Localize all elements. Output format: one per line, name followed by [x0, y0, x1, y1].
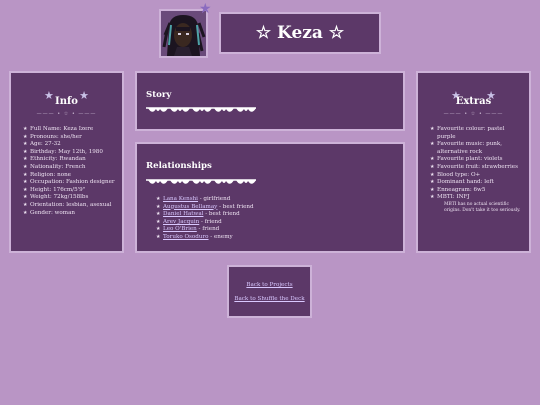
- info-item: Occupation: Fashion designer: [23, 179, 116, 187]
- info-panel: ★ Info ★ ——— • ☆ • ——— Full Name: Keza I…: [9, 71, 124, 253]
- relationship-role: - best friend: [217, 203, 254, 210]
- extras-item: Enneagram: 6w5: [430, 187, 523, 195]
- info-header: ★ Info ★: [11, 73, 122, 111]
- extras-title: Extras: [455, 96, 492, 107]
- extras-item: Favourite music: punk, alternative rock: [430, 141, 523, 156]
- info-item: Birthday: May 12th, 1980: [23, 149, 116, 157]
- extras-item: Dominant hand: left: [430, 179, 523, 187]
- info-item: Full Name: Keza Izere: [23, 126, 116, 134]
- extras-item: Blood type: O+: [430, 172, 523, 180]
- extras-item: Favourite colour: pastel purple: [430, 126, 523, 141]
- relationship-link[interactable]: Augustus Bellamay: [163, 204, 217, 210]
- star-icon: ★: [199, 1, 212, 17]
- story-panel: Story: [135, 71, 405, 131]
- relationship-role: - best friend: [203, 211, 240, 218]
- relationship-link[interactable]: Arev Jacquin: [163, 219, 199, 225]
- relationship-role: - girlfriend: [197, 196, 231, 202]
- bat-divider-icon: [146, 179, 256, 184]
- relationship-item: Toruko Osoduro - enemy: [156, 233, 254, 242]
- extras-list: Favourite colour: pastel purple Favourit…: [418, 126, 529, 214]
- info-item: Gender: woman: [23, 210, 116, 218]
- relationship-role: - friend: [196, 226, 220, 233]
- relationship-role: - friend: [199, 218, 222, 225]
- relationships-panel: Relationships Lana Kenshi - girlfriend A…: [135, 142, 405, 253]
- extras-header: ★ Extras ★: [418, 73, 529, 111]
- info-divider: ——— • ☆ • ———: [36, 111, 97, 117]
- relationships-title: Relationships: [146, 161, 212, 171]
- mbti-note: MBTI has no actual scientific origins. D…: [444, 201, 521, 213]
- extras-item: Favourite fruit: strawberries: [430, 164, 523, 172]
- relationships-list: Lana Kenshi - girlfriend Augustus Bellam…: [156, 196, 254, 242]
- relationship-role: - enemy: [208, 233, 233, 240]
- nav-panel: Back to Projects Back to Shuffle the Dec…: [227, 265, 312, 318]
- info-item: Weight: 72kg/158lbs: [23, 194, 116, 202]
- character-portrait-icon: [161, 11, 206, 56]
- info-item: Nationality: French: [23, 164, 116, 172]
- relationship-item: Arev Jacquin - friend: [156, 218, 254, 227]
- info-item: Height: 176cm/5'9": [23, 187, 116, 195]
- back-to-projects-link[interactable]: Back to Projects: [229, 282, 310, 288]
- title-banner: ☆ Keza ☆: [219, 12, 381, 54]
- relationship-item: Daniel Hatwal - best friend: [156, 211, 254, 219]
- extras-item: MBTI: INFJ: [430, 194, 523, 202]
- relationship-item: Leo O'Brien - friend: [156, 226, 254, 234]
- info-item: Orientation: lesbian, asexual: [23, 202, 116, 210]
- story-title: Story: [146, 90, 172, 100]
- extras-divider: ——— • ☆ • ———: [443, 111, 504, 117]
- page-title: ☆ Keza ☆: [255, 23, 345, 43]
- info-item: Pronouns: she/her: [23, 134, 116, 142]
- info-title: Info: [55, 96, 78, 107]
- star-icon: ★: [486, 89, 496, 102]
- extras-item: Favourite plant: violets: [430, 156, 523, 164]
- relationship-link[interactable]: Leo O'Brien: [163, 226, 197, 232]
- back-to-shuffle-link[interactable]: Back to Shuffle the Deck: [229, 296, 310, 302]
- info-list: Full Name: Keza Izere Pronouns: she/her …: [11, 126, 122, 217]
- relationship-link[interactable]: Daniel Hatwal: [163, 211, 203, 217]
- info-item: Age: 27-32: [23, 141, 116, 149]
- extras-panel: ★ Extras ★ ——— • ☆ • ——— Favourite colou…: [416, 71, 531, 253]
- info-item: Ethnicity: Rwandan: [23, 156, 116, 164]
- relationship-item: Lana Kenshi - girlfriend: [156, 196, 254, 204]
- star-icon: ★: [79, 89, 89, 102]
- relationship-item: Augustus Bellamay - best friend: [156, 203, 254, 212]
- bat-divider-icon: [146, 107, 256, 112]
- relationship-link[interactable]: Toruko Osoduro: [163, 234, 209, 240]
- info-item: Religion: none: [23, 172, 116, 180]
- relationship-link[interactable]: Lana Kenshi: [163, 196, 198, 202]
